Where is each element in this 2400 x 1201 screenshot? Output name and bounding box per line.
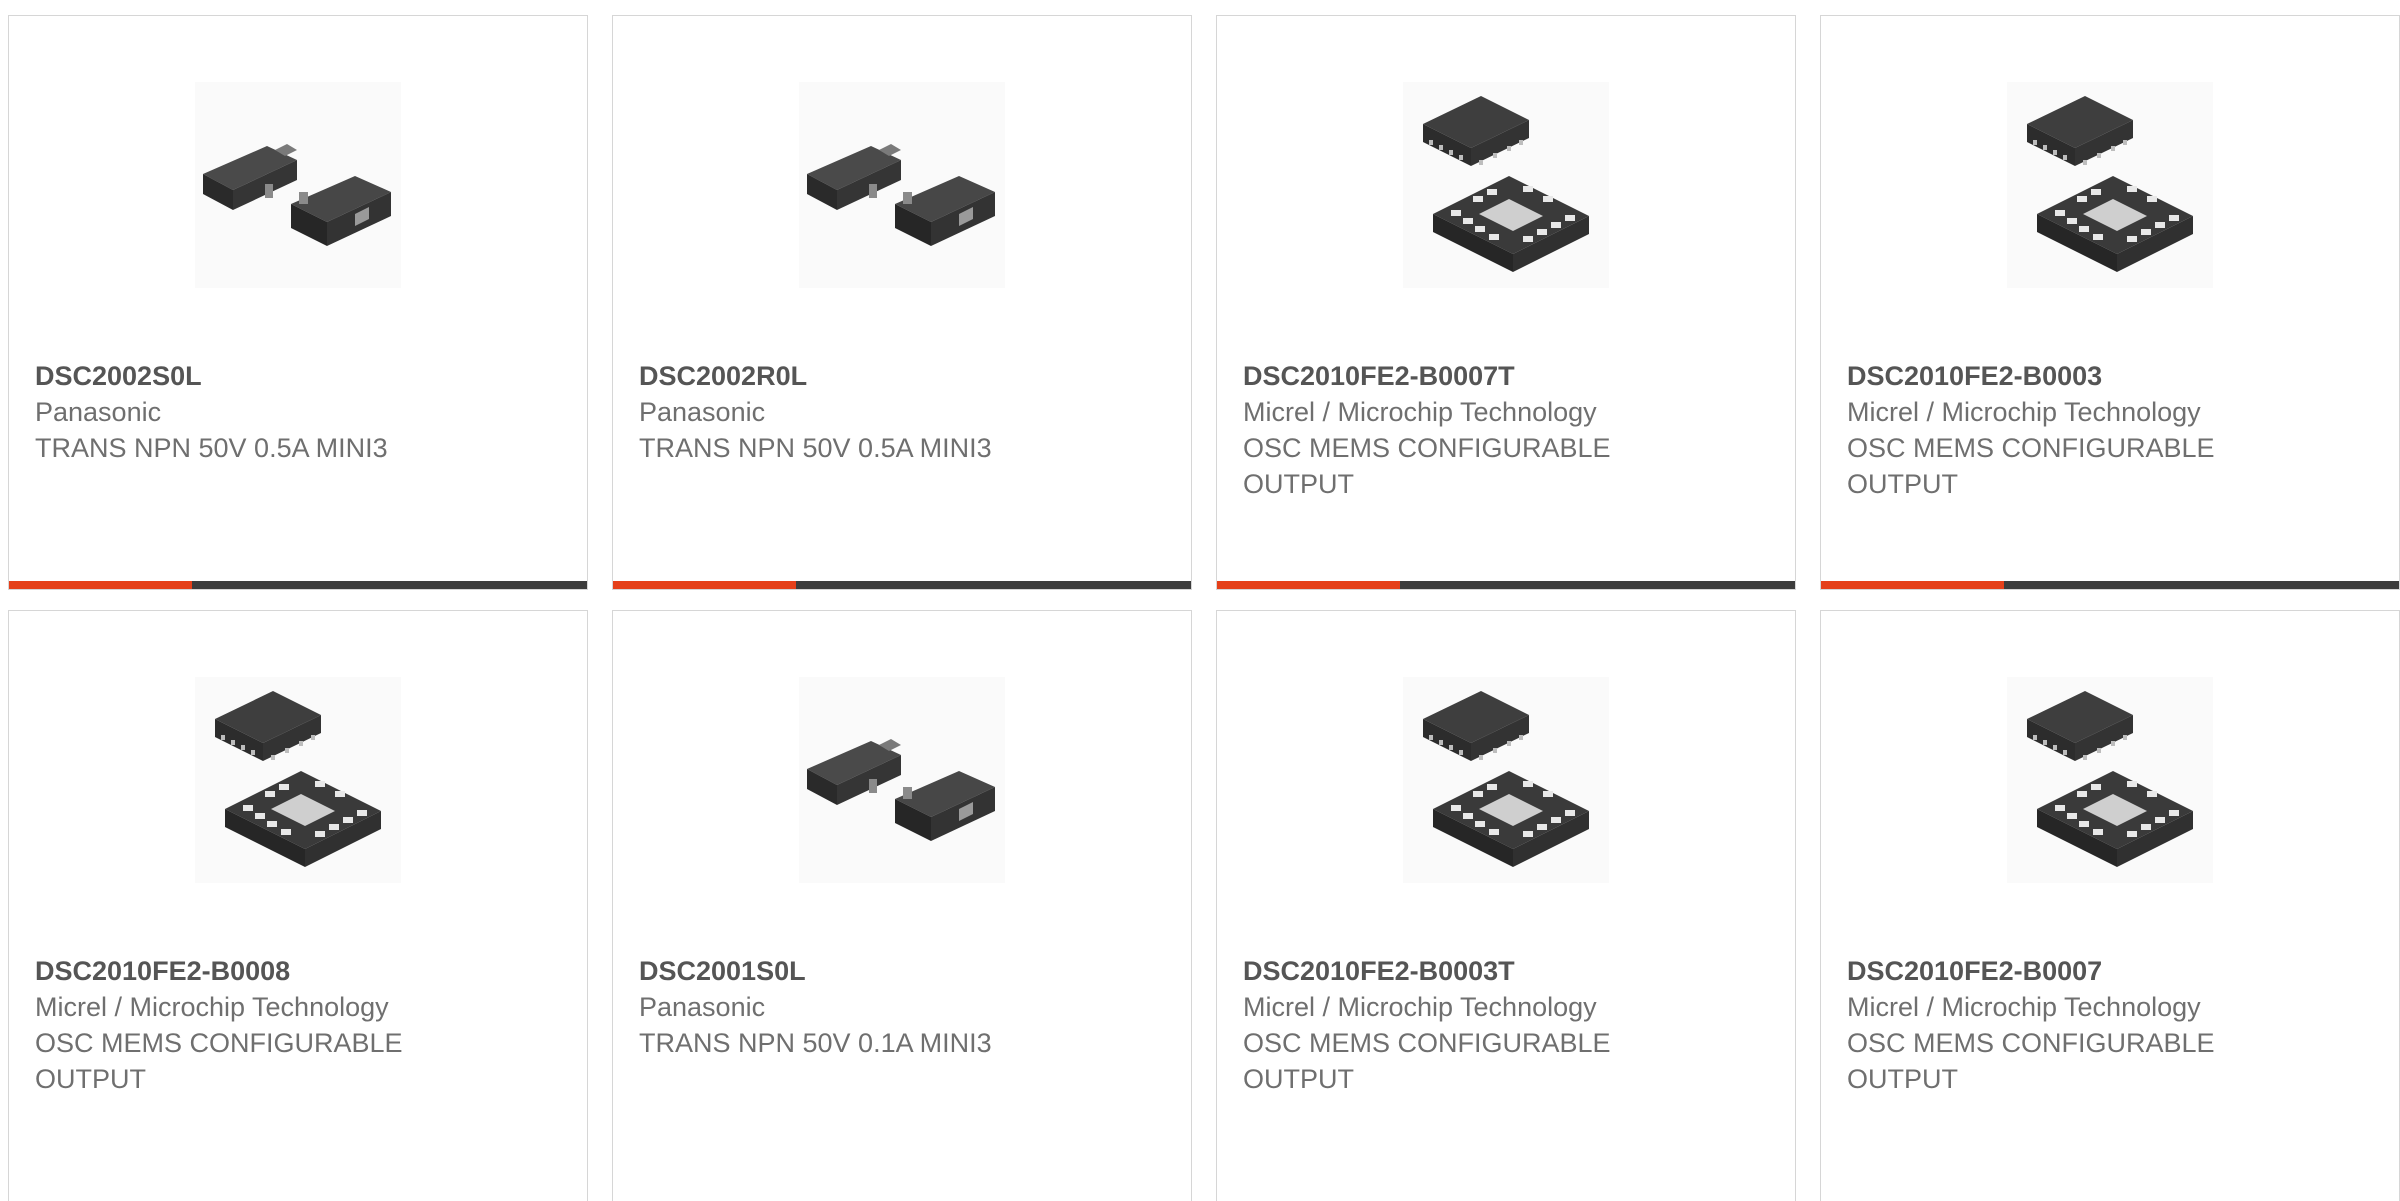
manufacturer: Panasonic xyxy=(639,992,766,1022)
qfn-chip-icon xyxy=(2027,691,2193,867)
part-number[interactable]: DSC2010FE2-B0008 xyxy=(35,953,567,989)
sot23-transistor-icon xyxy=(807,739,995,841)
accent-bar xyxy=(9,581,192,589)
sot23-transistor-icon xyxy=(807,144,995,246)
product-image[interactable] xyxy=(1403,677,1609,883)
product-image[interactable] xyxy=(2007,677,2213,883)
part-number[interactable]: DSC2001S0L xyxy=(639,953,1171,989)
description: TRANS NPN 50V 0.5A MINI3 xyxy=(639,433,992,463)
product-card[interactable]: DSC2010FE2-B0003 Micrel / Microchip Tech… xyxy=(1820,15,2400,590)
product-card[interactable]: DSC2010FE2-B0007T Micrel / Microchip Tec… xyxy=(1216,15,1796,590)
description: OSC MEMS CONFIGURABLE OUTPUT xyxy=(35,1028,403,1094)
accent-bar xyxy=(1821,581,2004,589)
manufacturer: Micrel / Microchip Technology xyxy=(1243,397,1597,427)
qfn-chip-icon xyxy=(1423,96,1589,272)
product-card[interactable]: DSC2002S0L Panasonic TRANS NPN 50V 0.5A … xyxy=(8,15,588,590)
card-footer-bar xyxy=(613,581,1191,589)
description: OSC MEMS CONFIGURABLE OUTPUT xyxy=(1243,1028,1611,1094)
part-number[interactable]: DSC2002R0L xyxy=(639,358,1171,394)
accent-bar xyxy=(613,581,796,589)
part-number[interactable]: DSC2010FE2-B0003 xyxy=(1847,358,2379,394)
part-number[interactable]: DSC2010FE2-B0003T xyxy=(1243,953,1775,989)
card-footer-bar xyxy=(1217,581,1795,589)
accent-bar xyxy=(1217,581,1400,589)
manufacturer: Panasonic xyxy=(35,397,162,427)
description: TRANS NPN 50V 0.5A MINI3 xyxy=(35,433,388,463)
part-number[interactable]: DSC2010FE2-B0007T xyxy=(1243,358,1775,394)
product-card[interactable]: DSC2002R0L Panasonic TRANS NPN 50V 0.5A … xyxy=(612,15,1192,590)
product-image[interactable] xyxy=(1403,82,1609,288)
manufacturer: Micrel / Microchip Technology xyxy=(1243,992,1597,1022)
product-card[interactable]: DSC2010FE2-B0008 Micrel / Microchip Tech… xyxy=(8,610,588,1201)
description: OSC MEMS CONFIGURABLE OUTPUT xyxy=(1243,433,1611,499)
part-number[interactable]: DSC2010FE2-B0007 xyxy=(1847,953,2379,989)
product-image[interactable] xyxy=(195,82,401,288)
product-image[interactable] xyxy=(2007,82,2213,288)
product-image[interactable] xyxy=(799,82,1005,288)
product-card[interactable]: DSC2010FE2-B0003T Micrel / Microchip Tec… xyxy=(1216,610,1796,1201)
manufacturer: Micrel / Microchip Technology xyxy=(35,992,389,1022)
manufacturer: Micrel / Microchip Technology xyxy=(1847,992,2201,1022)
description: OSC MEMS CONFIGURABLE OUTPUT xyxy=(1847,433,2215,499)
manufacturer: Micrel / Microchip Technology xyxy=(1847,397,2201,427)
manufacturer: Panasonic xyxy=(639,397,766,427)
sot23-transistor-icon xyxy=(203,144,391,246)
qfn-chip-icon xyxy=(215,691,381,867)
card-footer-bar xyxy=(1821,581,2399,589)
qfn-chip-icon xyxy=(1423,691,1589,867)
part-number[interactable]: DSC2002S0L xyxy=(35,358,567,394)
product-image[interactable] xyxy=(799,677,1005,883)
qfn-chip-icon xyxy=(2027,96,2193,272)
product-grid: DSC2002S0L Panasonic TRANS NPN 50V 0.5A … xyxy=(8,15,2400,1201)
card-footer-bar xyxy=(9,581,587,589)
product-card[interactable]: DSC2010FE2-B0007 Micrel / Microchip Tech… xyxy=(1820,610,2400,1201)
product-image[interactable] xyxy=(195,677,401,883)
description: TRANS NPN 50V 0.1A MINI3 xyxy=(639,1028,992,1058)
product-card[interactable]: DSC2001S0L Panasonic TRANS NPN 50V 0.1A … xyxy=(612,610,1192,1201)
description: OSC MEMS CONFIGURABLE OUTPUT xyxy=(1847,1028,2215,1094)
